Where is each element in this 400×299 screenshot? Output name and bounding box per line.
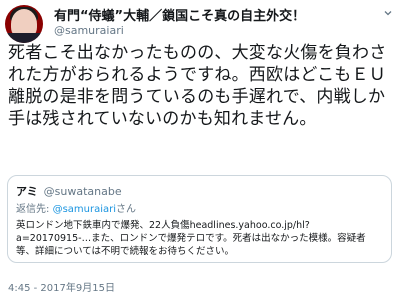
tweet-card: 有門“侍蟻”大輔／鎖国こそ真の自主外交！ @samuraiari 死者こそ出なか… <box>0 0 400 299</box>
quoted-author: アミ @suwatanabe <box>16 183 122 199</box>
quoted-tweet[interactable]: アミ @suwatanabe 返信先: @samuraiariさん 英ロンドン地… <box>7 175 392 263</box>
reply-to-link[interactable]: @samuraiari <box>53 204 116 215</box>
chevron-down-icon[interactable] <box>384 9 392 17</box>
avatar[interactable] <box>5 5 43 43</box>
author-display-name[interactable]: 有門“侍蟻”大輔／鎖国こそ真の自主外交！ <box>54 5 305 24</box>
quoted-text: 英ロンドン地下鉄車内で爆発、22人負傷headlines.yahoo.co.jp… <box>16 220 366 257</box>
tweet-timestamp[interactable]: 4:45 - 2017年9月15日 <box>8 279 115 294</box>
tweet-text: 死者こそ出なかったものの、大変な火傷を負わされた方がおられるようですね。西欧はど… <box>8 43 387 129</box>
reply-prefix: 返信先: <box>16 204 53 215</box>
reply-suffix: さん <box>116 204 137 215</box>
quoted-handle: @suwatanabe <box>43 185 122 198</box>
quoted-display-name: アミ <box>16 185 38 198</box>
author-handle[interactable]: @samuraiari <box>54 24 124 37</box>
quoted-reply-to: 返信先: @samuraiariさん <box>16 200 136 215</box>
